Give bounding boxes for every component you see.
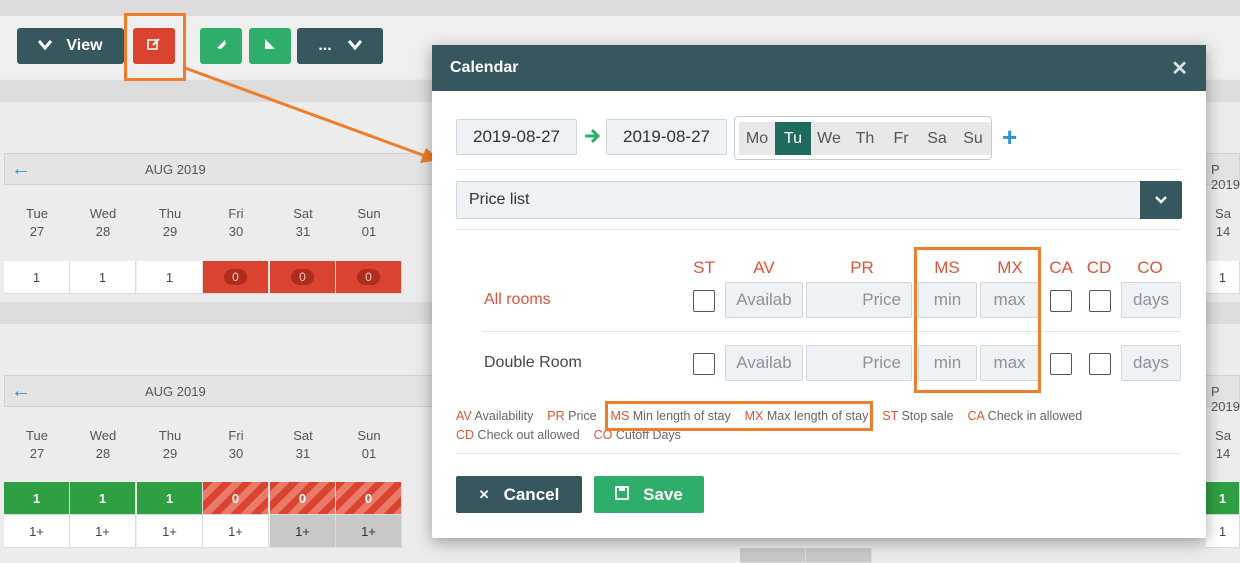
- room-label-double-room: Double Room: [484, 354, 582, 371]
- col-header-ca: CA: [1049, 258, 1073, 277]
- legend-item: PR Price: [547, 409, 597, 423]
- divider: [456, 229, 1181, 230]
- save-label: Save: [643, 484, 683, 504]
- col-header-st: ST: [693, 258, 715, 277]
- col-header-co: CO: [1137, 258, 1163, 277]
- availability-input[interactable]: Availab: [725, 282, 803, 318]
- calendar-modal: Calendar ✕ 2019-08-27 2019-08-27 Mo Tu W…: [432, 45, 1206, 538]
- col-header-pr: PR: [850, 258, 874, 277]
- weekday-we[interactable]: We: [811, 122, 847, 155]
- modal-header: Calendar ✕: [432, 45, 1206, 91]
- availability-input[interactable]: Availab: [725, 345, 803, 381]
- chevron-down-icon: [1155, 191, 1167, 209]
- price-list-dropdown-button[interactable]: [1140, 181, 1182, 219]
- add-range-icon[interactable]: +: [1002, 122, 1017, 153]
- divider: [456, 453, 1181, 454]
- col-header-av: AV: [753, 258, 775, 277]
- weekday-tu[interactable]: Tu: [775, 122, 811, 155]
- divider: [456, 169, 1181, 170]
- close-icon: ✕: [478, 486, 490, 502]
- divider: [482, 331, 1181, 332]
- legend-item: CA Check in allowed: [967, 409, 1083, 423]
- legend-item: ST Stop sale: [882, 409, 954, 423]
- check-in-checkbox[interactable]: [1050, 290, 1072, 312]
- date-from-input[interactable]: 2019-08-27: [456, 119, 577, 155]
- cutoff-days-input[interactable]: days: [1121, 282, 1181, 318]
- col-header-cd: CD: [1086, 258, 1112, 277]
- legend-item: AV Availability: [456, 409, 534, 423]
- close-icon[interactable]: ✕: [1171, 56, 1188, 81]
- price-list-select[interactable]: Price list: [456, 181, 1182, 219]
- floppy-disk-icon: [615, 485, 630, 505]
- weekday-sa[interactable]: Sa: [919, 122, 955, 155]
- weekday-fr[interactable]: Fr: [883, 122, 919, 155]
- legend-item: CD Check out allowed: [456, 428, 580, 442]
- legend-stay-highlight: [605, 401, 873, 431]
- weekday-mo[interactable]: Mo: [739, 122, 775, 155]
- min-max-stay-highlight: [914, 247, 1041, 393]
- cancel-button[interactable]: ✕ Cancel: [456, 476, 582, 513]
- stop-sale-checkbox[interactable]: [693, 353, 715, 375]
- modal-title: Calendar: [450, 59, 519, 76]
- cancel-label: Cancel: [503, 484, 560, 504]
- price-input[interactable]: Price: [806, 345, 912, 381]
- check-out-checkbox[interactable]: [1089, 290, 1111, 312]
- price-input[interactable]: Price: [806, 282, 912, 318]
- weekday-su[interactable]: Su: [955, 122, 991, 155]
- room-label-all-rooms: All rooms: [484, 291, 551, 308]
- weekday-th[interactable]: Th: [847, 122, 883, 155]
- stop-sale-checkbox[interactable]: [693, 290, 715, 312]
- arrow-right-icon: [583, 127, 601, 150]
- cutoff-days-input[interactable]: days: [1121, 345, 1181, 381]
- weekday-selector: Mo Tu We Th Fr Sa Su: [734, 116, 992, 160]
- save-button[interactable]: Save: [594, 476, 704, 513]
- check-out-checkbox[interactable]: [1089, 353, 1111, 375]
- check-in-checkbox[interactable]: [1050, 353, 1072, 375]
- price-list-label: Price list: [469, 191, 530, 208]
- date-to-input[interactable]: 2019-08-27: [606, 119, 727, 155]
